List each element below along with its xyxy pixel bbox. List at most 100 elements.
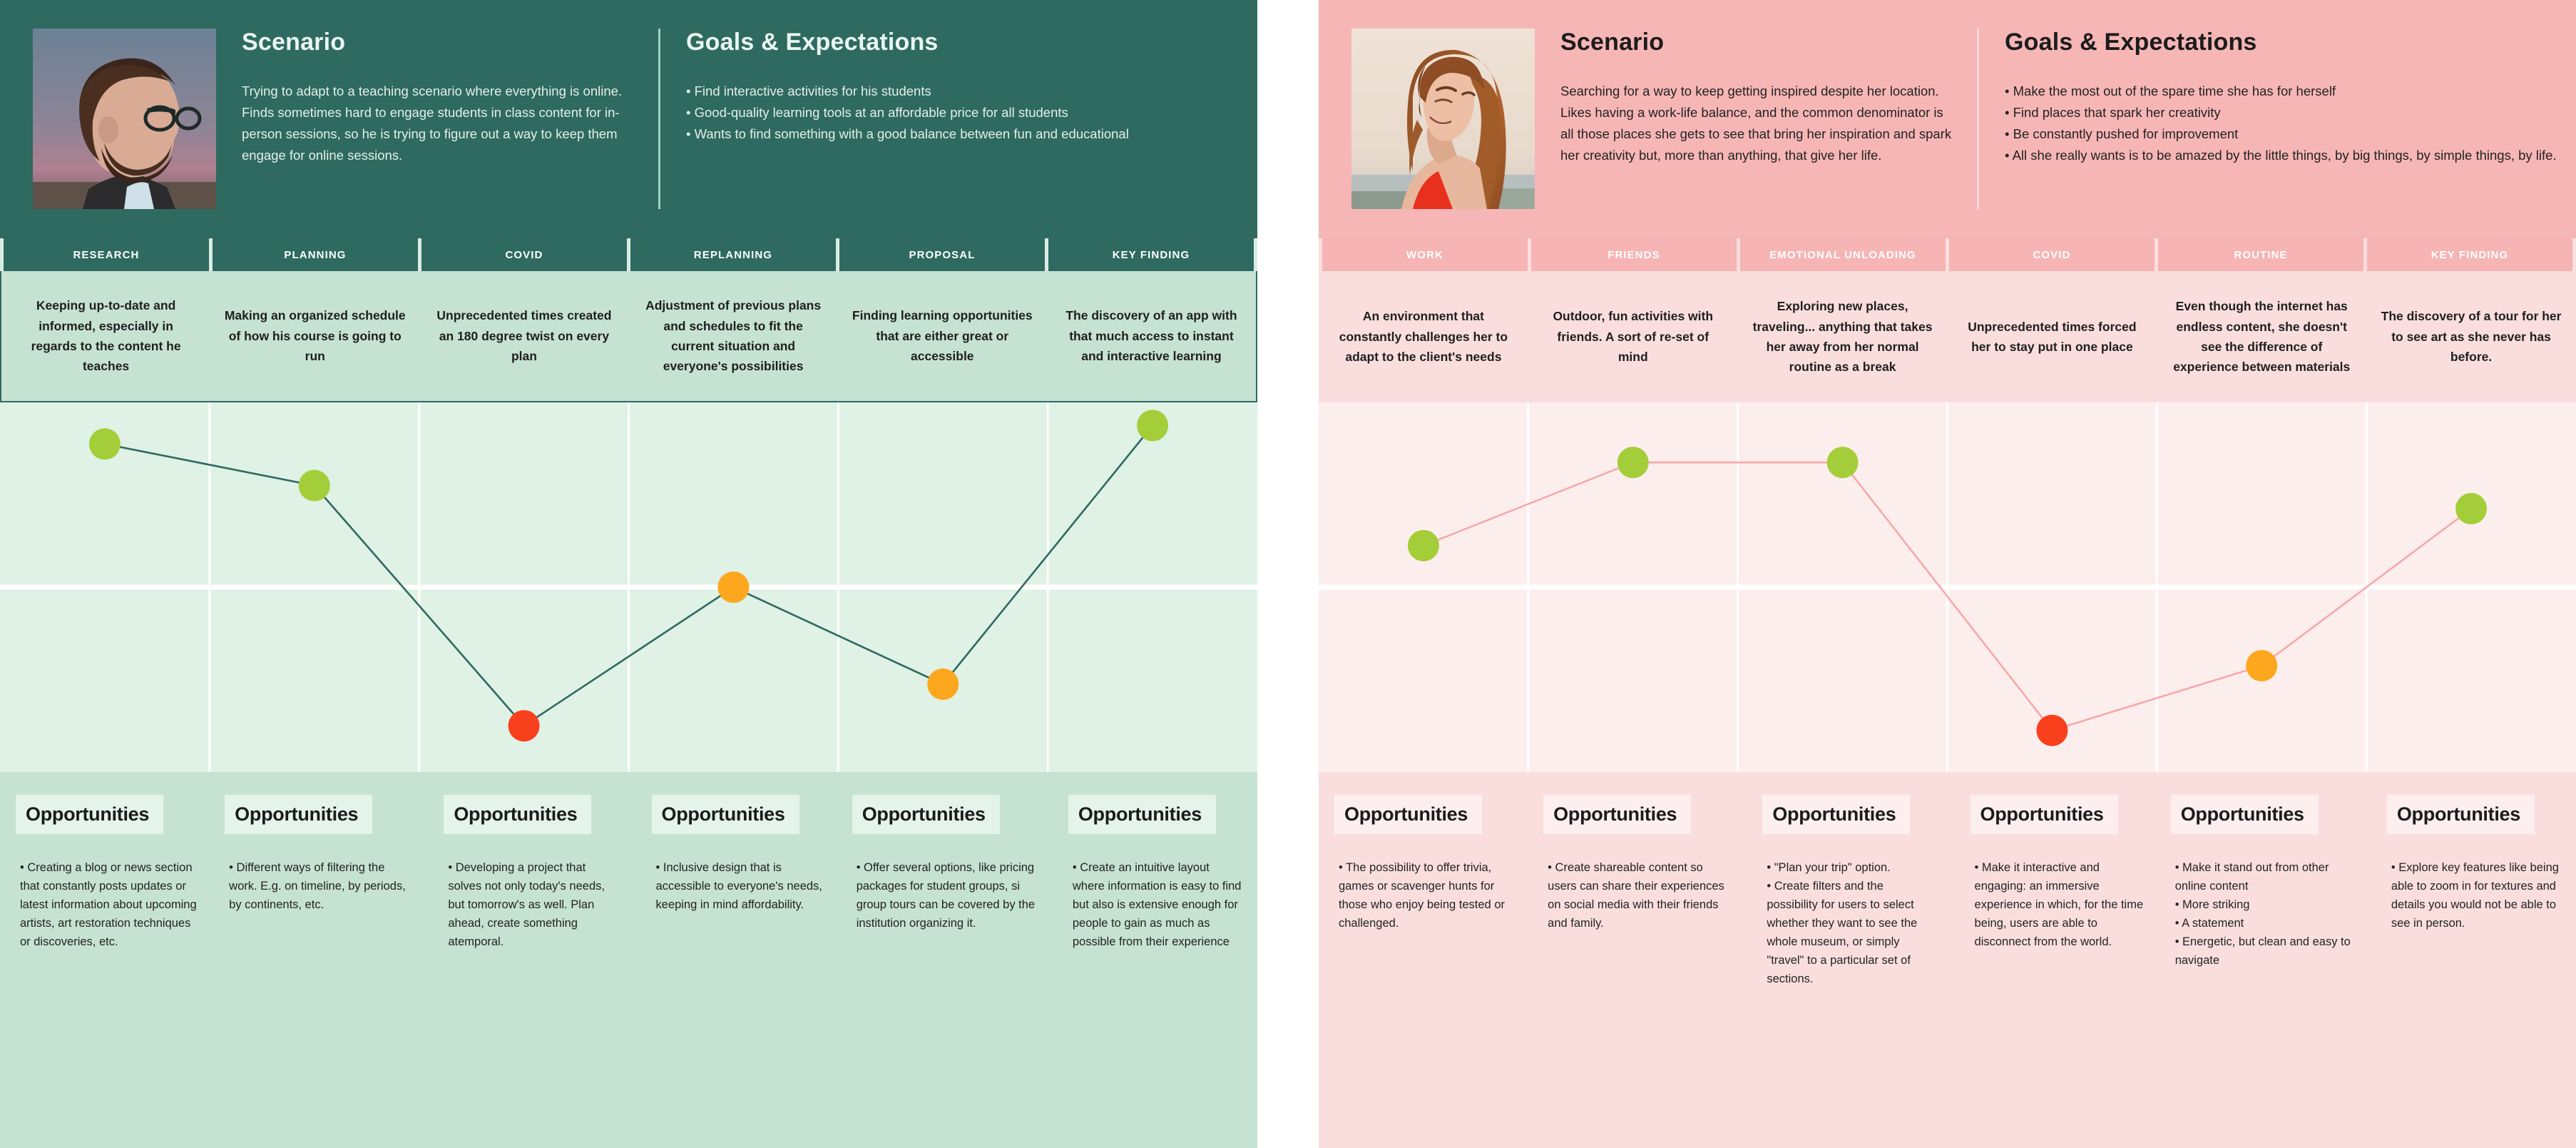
- emotion-dot-neutral[interactable]: [2246, 650, 2278, 682]
- opportunity-item: • "Plan your trip" option.: [1767, 861, 1891, 874]
- scenario-block: Scenario Trying to adapt to a teaching s…: [216, 29, 658, 209]
- opportunity-title: Opportunities: [444, 795, 592, 834]
- opportunity-item: • The possibility to offer trivia, games…: [1339, 861, 1505, 930]
- emotion-dot-positive[interactable]: [1137, 410, 1169, 442]
- stage-tab-covid[interactable]: COVID: [421, 238, 627, 271]
- scenario-title: Scenario: [1560, 29, 1665, 56]
- emotion-dot-neutral[interactable]: [717, 572, 750, 603]
- stage-description: Keeping up-to-date and informed, especia…: [31, 298, 181, 374]
- scenario-title: Scenario: [242, 29, 346, 56]
- goals-item: • Be constantly pushed for improvement: [2005, 126, 2239, 141]
- opportunity-title: Opportunities: [1970, 795, 2118, 834]
- opportunity-body: • "Plan your trip" option. • Create filt…: [1762, 858, 1936, 988]
- goals-list: • Make the most out of the spare time sh…: [2005, 81, 2557, 166]
- opportunity-column: Opportunities • Make it interactive and …: [1949, 795, 2158, 1148]
- opportunity-body: • Different ways of filtering the work. …: [225, 858, 408, 914]
- emotion-dot-positive[interactable]: [1407, 529, 1439, 562]
- opportunity-body: • The possibility to offer trivia, games…: [1334, 858, 1518, 933]
- stage-tab-bar: RESEARCH PLANNING COVID REPLANNING PROPO…: [0, 238, 1257, 271]
- emotion-dot-positive[interactable]: [1617, 447, 1649, 479]
- opportunity-body: • Developing a project that solves not o…: [444, 858, 617, 951]
- opportunity-title: Opportunities: [1762, 795, 1911, 834]
- stage-description: Adjustment of previous plans and schedul…: [645, 298, 822, 374]
- goals-title: Goals & Expectations: [686, 29, 939, 56]
- goals-title: Goals & Expectations: [2005, 29, 2257, 56]
- opportunity-body: • Create shareable content so users can …: [1543, 858, 1727, 933]
- panel-header: Scenario Trying to adapt to a teaching s…: [0, 0, 1257, 238]
- persona-photo-woman-smiling: [1351, 29, 1535, 209]
- stage-tab-covid[interactable]: COVID: [1949, 238, 2155, 271]
- opportunity-title: Opportunities: [2170, 795, 2319, 834]
- goals-item: • Make the most out of the spare time sh…: [2005, 83, 2336, 98]
- stage-tab-bar: WORK FRIENDS EMOTIONAL UNLOADING COVID R…: [1319, 238, 2576, 271]
- opportunity-title: Opportunities: [2386, 795, 2535, 834]
- stage-description: An environment that constantly challenge…: [1339, 309, 1508, 365]
- opportunity-body: • Explore key features like being able t…: [2387, 858, 2563, 933]
- opportunity-column: Opportunities • Different ways of filter…: [212, 795, 421, 1148]
- stage-description: Outdoor, fun activities with friends. A …: [1553, 309, 1714, 365]
- goals-block: Goals & Expectations • Find interactive …: [660, 29, 1257, 209]
- goals-item: • All she really wants is to be amazed b…: [2005, 147, 2557, 163]
- emotion-dot-positive[interactable]: [88, 428, 121, 460]
- emotion-curve-chart: [1319, 402, 2576, 772]
- opportunity-column: Opportunities • Explore key features lik…: [2367, 795, 2576, 1148]
- opportunity-item: • Offer several options, like pricing pa…: [856, 861, 1036, 930]
- stage-description-row: Keeping up-to-date and informed, especia…: [0, 271, 1257, 402]
- persona-panel-creative: Scenario Searching for a way to keep get…: [1319, 0, 2576, 1148]
- opportunity-body: • Create an intuitive layout where infor…: [1068, 858, 1244, 951]
- journey-map-board: Scenario Trying to adapt to a teaching s…: [0, 0, 2576, 1148]
- stage-tab-planning[interactable]: PLANNING: [213, 238, 418, 271]
- opportunity-item: • Different ways of filtering the work. …: [229, 861, 406, 912]
- stage-tab-key-finding[interactable]: KEY FINDING: [1048, 238, 1254, 271]
- emotion-dot-positive[interactable]: [1826, 447, 1859, 479]
- stage-tab-research[interactable]: RESEARCH: [4, 238, 209, 271]
- emotion-dot-negative[interactable]: [508, 710, 540, 742]
- opportunity-item: • Explore key features like being able t…: [2391, 861, 2559, 930]
- opportunity-item: • Make it stand out from other online co…: [2174, 861, 2329, 893]
- stage-tab-emotional-unloading[interactable]: EMOTIONAL UNLOADING: [1740, 238, 1946, 271]
- emotion-dot-positive[interactable]: [298, 469, 330, 502]
- panel-header: Scenario Searching for a way to keep get…: [1319, 0, 2576, 238]
- opportunity-column: Opportunities • Create shareable content…: [1530, 795, 1739, 1148]
- goals-block: Goals & Expectations • Make the most out…: [1979, 29, 2576, 209]
- stage-tab-routine[interactable]: ROUTINE: [2158, 238, 2363, 271]
- persona-panel-teacher: Scenario Trying to adapt to a teaching s…: [0, 0, 1257, 1148]
- stage-description: Unprecedented times created an 180 degre…: [436, 308, 612, 364]
- opportunity-item: • A statement: [2174, 917, 2244, 930]
- stage-tab-friends[interactable]: FRIENDS: [1531, 238, 1737, 271]
- opportunity-column: Opportunities • Creating a blog or news …: [0, 795, 212, 1148]
- opportunity-title: Opportunities: [852, 795, 1000, 834]
- opportunity-body: • Inclusive design that is accessible to…: [652, 858, 827, 914]
- emotion-dot-positive[interactable]: [2455, 492, 2488, 524]
- stage-tab-replanning[interactable]: REPLANNING: [630, 238, 836, 271]
- stage-tab-work[interactable]: WORK: [1322, 238, 1528, 271]
- stage-description-row: An environment that constantly challenge…: [1319, 271, 2576, 402]
- scenario-text: Trying to adapt to a teaching scenario w…: [242, 83, 623, 163]
- opportunity-item: • Energetic, but clean and easy to navig…: [2174, 935, 2351, 967]
- goals-item: • Find places that spark her creativity: [2005, 104, 2221, 120]
- opportunity-column: Opportunities • Inclusive design that is…: [630, 795, 839, 1148]
- opportunity-title: Opportunities: [651, 795, 799, 834]
- opportunity-column: Opportunities • Developing a project tha…: [421, 795, 630, 1148]
- opportunity-column: Opportunities • The possibility to offer…: [1319, 795, 1530, 1148]
- opportunity-title: Opportunities: [1068, 795, 1216, 834]
- opportunity-item: • Create filters and the possibility for…: [1767, 880, 1918, 986]
- emotion-dot-negative[interactable]: [2036, 714, 2068, 746]
- goals-item: • Find interactive activities for his st…: [686, 83, 931, 98]
- opportunity-column: Opportunities • Make it stand out from o…: [2158, 795, 2367, 1148]
- opportunity-item: • Developing a project that solves not o…: [448, 861, 605, 949]
- scenario-text: Searching for a way to keep getting insp…: [1560, 83, 1952, 163]
- opportunity-title: Opportunities: [1543, 795, 1692, 834]
- goals-item: • Wants to find something with a good ba…: [686, 126, 1129, 141]
- opportunity-column: Opportunities • Create an intuitive layo…: [1048, 795, 1257, 1148]
- opportunity-item: • More striking: [2174, 898, 2250, 912]
- stage-description: Making an organized schedule of how his …: [224, 308, 406, 364]
- opportunity-item: • Create an intuitive layout where infor…: [1072, 861, 1242, 949]
- opportunity-item: • Make it interactive and engaging: an i…: [1974, 861, 2144, 949]
- stage-tab-proposal[interactable]: PROPOSAL: [839, 238, 1045, 271]
- stage-tab-key-finding[interactable]: KEY FINDING: [2367, 238, 2572, 271]
- opportunity-column: Opportunities • "Plan your trip" option.…: [1739, 795, 1948, 1148]
- emotion-dot-neutral[interactable]: [927, 668, 959, 700]
- opportunity-item: • Creating a blog or news section that c…: [20, 861, 197, 949]
- stage-description: The discovery of a tour for her to see a…: [2381, 309, 2562, 365]
